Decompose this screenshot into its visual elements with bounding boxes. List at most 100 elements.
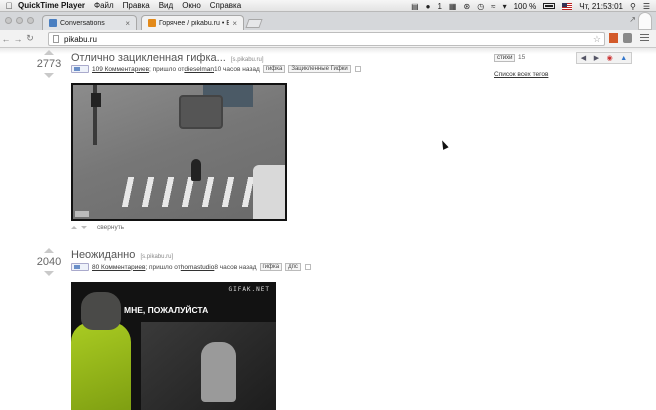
hamburger-menu-icon[interactable]: [640, 34, 649, 43]
story-title[interactable]: Отлично зацикленная гифка... [s.pikabu.r…: [71, 52, 264, 64]
back-arrow-icon[interactable]: ←: [0, 34, 12, 44]
save-icon[interactable]: [304, 264, 311, 270]
reload-icon[interactable]: ↻: [24, 33, 36, 44]
comments-link[interactable]: 80 Комментариев: [92, 264, 145, 271]
tab-label: Горячее / pikabu.ru • Все: [159, 19, 230, 27]
save-icon[interactable]: [354, 66, 361, 72]
share-button[interactable]: [71, 263, 89, 271]
profile-button[interactable]: [638, 12, 652, 30]
story-title-text[interactable]: Отлично зацикленная гифка...: [71, 52, 226, 64]
vm-icon[interactable]: ▦: [449, 2, 457, 11]
us-flag-icon[interactable]: [562, 2, 573, 10]
author-link[interactable]: dieselman: [184, 66, 214, 73]
menu-file[interactable]: Файл: [94, 1, 114, 10]
tag-gif[interactable]: гифка: [262, 65, 286, 73]
volume-icon[interactable]: ▾: [503, 2, 507, 11]
menu-view[interactable]: Вид: [159, 1, 173, 10]
onepassword-icon[interactable]: ●: [426, 2, 431, 11]
menu-help[interactable]: Справка: [210, 1, 241, 10]
tag-dps[interactable]: дпс: [285, 263, 301, 271]
extension-icon[interactable]: [609, 33, 618, 43]
tag-looped-gifs[interactable]: Зацикленные Гифки: [288, 65, 351, 73]
list-icon[interactable]: ☰: [643, 2, 650, 11]
menu-window[interactable]: Окно: [182, 1, 201, 10]
tab-label: Conversations: [60, 19, 105, 27]
downvote-icon[interactable]: [44, 73, 54, 78]
tab-pikabu[interactable]: Горячее / pikabu.ru • Все ×: [141, 15, 244, 30]
downvote-small-icon[interactable]: [81, 226, 87, 229]
number-1-icon[interactable]: 1: [437, 2, 441, 11]
story-card: 2773 Отлично зацикленная гифка... [s.pik…: [34, 48, 494, 238]
browser-tabstrip: Conversations × Горячее / pikabu.ru • Вс…: [0, 12, 656, 30]
minimize-window-icon[interactable]: [16, 17, 23, 24]
conversations-favicon-icon: [49, 19, 57, 27]
menu-edit[interactable]: Правка: [123, 1, 150, 10]
car-window-shape: [141, 322, 276, 410]
printer-icon[interactable]: [623, 33, 632, 43]
menubar-clock[interactable]: Чт, 21:53:01: [579, 2, 623, 11]
traffic-light-icon: [91, 93, 101, 107]
sidebar-tag[interactable]: стихи: [494, 54, 516, 62]
battery-percent: 100 %: [513, 1, 537, 11]
story-actions: свернуть: [71, 224, 124, 231]
parked-car-shape: [253, 165, 285, 219]
all-tags-link[interactable]: Список всех тегов: [494, 71, 548, 78]
upvote-icon[interactable]: [44, 50, 54, 55]
clock-icon[interactable]: ◷: [477, 2, 484, 11]
story-title[interactable]: Неожиданно [s.pikabu.ru]: [71, 249, 173, 261]
floating-nav-panel: ◀ ▶ ◉ ▲: [576, 52, 632, 64]
crosswalk-stripes: [121, 177, 259, 207]
rating-value: 2773: [36, 58, 62, 70]
post-time: 8 часов назад: [214, 263, 257, 271]
close-window-icon[interactable]: [5, 17, 12, 24]
rating-widget: 2773: [34, 50, 64, 78]
downvote-icon[interactable]: [44, 271, 54, 276]
post-time: 10 часов назад: [214, 65, 260, 73]
rating-value: 2040: [36, 256, 62, 268]
close-tab-icon[interactable]: ×: [125, 19, 130, 28]
pikabu-favicon-icon: [148, 19, 156, 27]
car-shape: [179, 95, 223, 129]
page-icon: [53, 35, 59, 43]
forward-arrow-icon[interactable]: →: [12, 34, 24, 44]
bookmark-star-icon[interactable]: ☆: [593, 34, 601, 45]
story-gif-police[interactable]: GIFAK.NET МНЕ, ПОЖАЛУЙСТА: [71, 282, 276, 410]
bluetooth-icon[interactable]: ⊛: [463, 2, 470, 11]
officer-shape: [71, 292, 131, 410]
story-gif-crosswalk[interactable]: [71, 83, 287, 221]
tag-gif[interactable]: гифка: [259, 263, 283, 271]
address-bar[interactable]: pikabu.ru ☆: [48, 32, 605, 46]
story-meta: 80 Комментариев ; пришло от homastudio 8…: [71, 263, 311, 271]
story-title-text[interactable]: Неожиданно: [71, 249, 135, 261]
collapse-link[interactable]: свернуть: [97, 224, 124, 231]
address-bar-url: pikabu.ru: [64, 34, 97, 44]
new-tab-button[interactable]: [245, 19, 263, 28]
share-button[interactable]: [71, 65, 89, 73]
author-link[interactable]: homastudio: [181, 264, 215, 271]
apple-menu-icon[interactable]: : [0, 1, 18, 11]
prev-arrow-icon[interactable]: ◀: [581, 54, 586, 62]
menubar-status-area: ▤ ● 1 ▦ ⊛ ◷ ≈ ▾ 100 % Чт, 21:53:01 ⚲ ☰: [411, 0, 650, 12]
document-icon[interactable]: ▤: [411, 2, 419, 11]
story-card: 2040 Неожиданно [s.pikabu.ru] 80 Коммент…: [34, 244, 494, 410]
menu-app-name[interactable]: QuickTime Player: [18, 1, 85, 10]
comments-link[interactable]: 109 Комментариев: [92, 66, 149, 73]
officer-head-shape: [81, 292, 121, 330]
hide-eye-icon[interactable]: ◉: [607, 54, 613, 62]
mac-menubar:  QuickTime Player Файл Правка Вид Окно …: [0, 0, 656, 12]
fullscreen-icon[interactable]: ↗: [629, 15, 636, 24]
upvote-icon[interactable]: [44, 248, 54, 253]
posted-by-prefix: ; пришло от: [149, 65, 185, 73]
zoom-window-icon[interactable]: [27, 17, 34, 24]
next-arrow-icon[interactable]: ▶: [594, 54, 599, 62]
wifi-icon[interactable]: ≈: [491, 2, 495, 11]
close-tab-icon[interactable]: ×: [232, 19, 237, 28]
gif-caption: МНЕ, ПОЖАЛУЙСТА: [124, 305, 209, 315]
tab-conversations[interactable]: Conversations ×: [42, 15, 137, 30]
pin-icon[interactable]: ▲: [620, 55, 627, 62]
battery-icon[interactable]: [543, 3, 556, 9]
story-source: [s.pikabu.ru]: [140, 254, 174, 260]
upvote-small-icon[interactable]: [71, 226, 77, 229]
search-icon[interactable]: ⚲: [630, 2, 636, 11]
sidebar-tag-count: 15: [518, 54, 526, 61]
